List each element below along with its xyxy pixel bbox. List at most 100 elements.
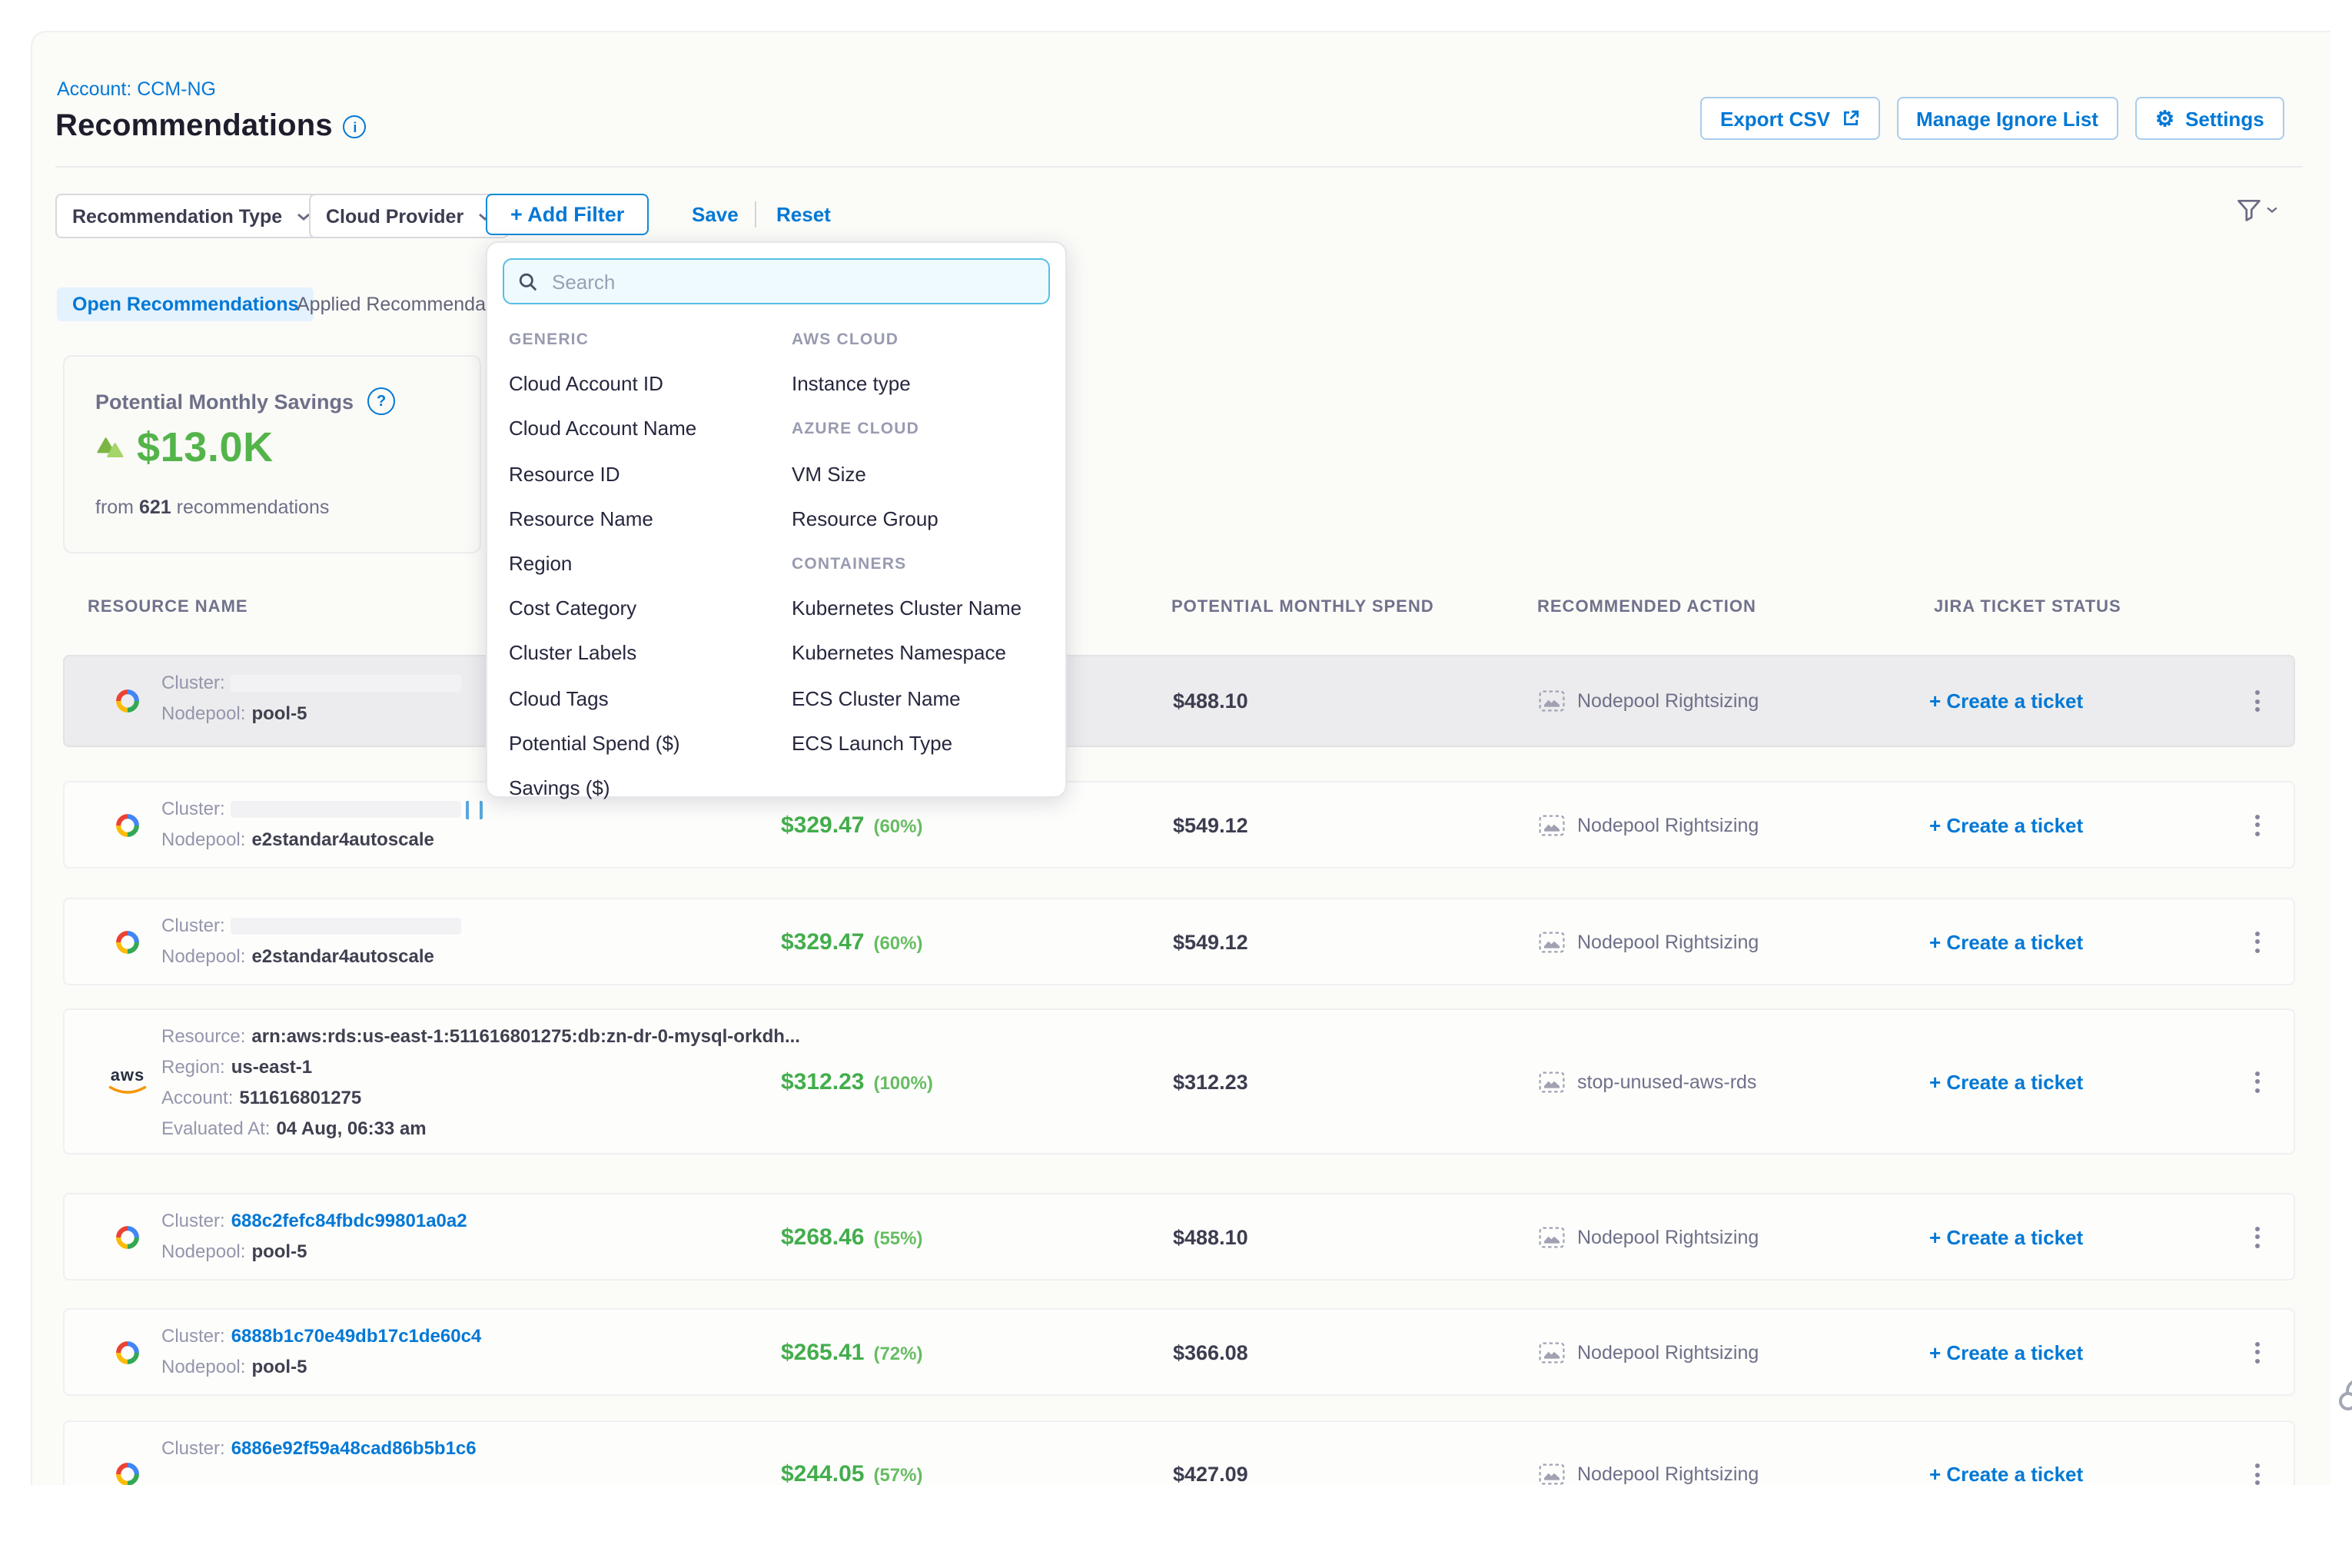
savings-amount: $268.46 xyxy=(781,1224,864,1250)
filter-option[interactable]: ECS Launch Type xyxy=(792,720,1053,765)
filter-search-box[interactable] xyxy=(503,258,1050,304)
cluster-link[interactable]: 6888b1c70e49db17c1de60c4 xyxy=(231,1325,482,1347)
filter-option[interactable]: Resource Group xyxy=(792,497,1053,541)
monthly-savings-cell: $329.47 (60%) xyxy=(781,929,923,955)
recommendation-icon xyxy=(1539,814,1565,835)
kebab-menu-button[interactable] xyxy=(2246,687,2267,715)
create-ticket-button[interactable]: + Create a ticket xyxy=(1929,930,2083,953)
kebab-menu-button[interactable] xyxy=(2246,811,2267,839)
add-filter-button[interactable]: + Add Filter xyxy=(486,194,649,235)
filter-option[interactable]: Cloud Account Name xyxy=(509,407,792,451)
filter-option[interactable]: Resource ID xyxy=(509,451,792,496)
gear-icon: ⚙ xyxy=(2155,108,2174,129)
filter-option[interactable]: Kubernetes Cluster Name xyxy=(792,586,1053,630)
filter-panel-button[interactable] xyxy=(2235,197,2278,223)
col-resource-name: RESOURCE NAME xyxy=(88,598,248,616)
monthly-savings-cell: $312.23 (100%) xyxy=(781,1068,933,1095)
create-ticket-button[interactable]: + Create a ticket xyxy=(1929,689,2083,713)
col-potential-spend: POTENTIAL MONTHLY SPEND xyxy=(1171,598,1434,616)
filter-option[interactable]: Resource Name xyxy=(509,497,792,541)
potential-spend-cell: $366.08 xyxy=(1173,1340,1248,1364)
resource-line-value: e2standar4autoscale xyxy=(251,829,434,850)
table-row[interactable]: Cluster:Nodepool:pool-5 $488.10 Nodepool… xyxy=(63,655,2295,747)
gcp-icon xyxy=(109,926,146,957)
funnel-icon xyxy=(2235,197,2263,223)
table-row[interactable]: Cluster:Nodepool:e2standar4autoscale $32… xyxy=(63,898,2295,985)
cloud-provider-filter-chip[interactable]: Cloud Provider xyxy=(309,194,508,238)
page-title: Recommendations xyxy=(55,109,333,145)
filter-option[interactable]: Cluster Labels xyxy=(509,631,792,676)
redacted-cluster-name xyxy=(231,676,462,693)
filter-option[interactable]: VM Size xyxy=(792,451,1053,496)
filter-option[interactable]: Cloud Account ID xyxy=(509,361,792,406)
potential-spend-cell: $549.12 xyxy=(1173,813,1248,836)
table-row[interactable]: Cluster:688c2fefc84fbdc99801a0a2Nodepool… xyxy=(63,1193,2295,1281)
table-row[interactable]: Cluster:6888b1c70e49db17c1de60c4Nodepool… xyxy=(63,1308,2295,1396)
resource-line-label: Cluster: xyxy=(161,915,225,936)
help-chat-button[interactable] xyxy=(2337,1377,2352,1422)
create-ticket-button[interactable]: + Create a ticket xyxy=(1929,1070,2083,1093)
redacted-cluster-name xyxy=(231,802,462,819)
recommendation-icon xyxy=(1539,1071,1565,1092)
resource-line-label: Nodepool: xyxy=(161,703,245,724)
save-filter-button[interactable]: Save xyxy=(692,194,739,235)
table-row[interactable]: aws Resource: arn:aws:rds:us-east-1:51161… xyxy=(63,1008,2295,1154)
resource-line-label: Resource: xyxy=(161,1025,245,1047)
recommended-action-label: stop-unused-aws-rds xyxy=(1577,1071,1756,1092)
kebab-menu-button[interactable] xyxy=(2246,1068,2267,1095)
savings-amount: $244.05 xyxy=(781,1461,864,1485)
filter-option[interactable]: Cost Category xyxy=(509,586,792,630)
filter-option[interactable]: Potential Spend ($) xyxy=(509,720,792,765)
filter-option[interactable]: Kubernetes Namespace xyxy=(792,631,1053,676)
resource-line-label: Nodepool: xyxy=(161,829,245,850)
resource-cell: Cluster:Nodepool:e2standar4autoscale xyxy=(161,910,462,972)
filter-divider xyxy=(755,201,756,228)
account-breadcrumb[interactable]: Account: CCM-NG xyxy=(57,78,216,100)
help-icon[interactable]: ? xyxy=(367,387,395,415)
settings-button[interactable]: ⚙ Settings xyxy=(2135,97,2284,140)
header-divider xyxy=(55,166,2303,168)
gcp-icon xyxy=(109,809,146,840)
chevron-down-icon xyxy=(296,211,310,221)
recommended-action-label: Nodepool Rightsizing xyxy=(1577,814,1759,835)
export-csv-button[interactable]: Export CSV xyxy=(1700,97,1879,140)
savings-percent: (72%) xyxy=(873,1342,922,1364)
kebab-menu-button[interactable] xyxy=(2246,928,2267,955)
create-ticket-button[interactable]: + Create a ticket xyxy=(1929,1340,2083,1364)
kebab-menu-button[interactable] xyxy=(2246,1460,2267,1485)
filter-option[interactable]: Region xyxy=(509,541,792,586)
resource-line-value: 04 Aug, 06:33 am xyxy=(276,1118,426,1139)
filter-option[interactable]: ECS Cluster Name xyxy=(792,676,1053,720)
info-icon[interactable]: i xyxy=(344,115,367,138)
filter-group-header: AZURE CLOUD xyxy=(792,407,1053,451)
provider-icon-cell xyxy=(108,1337,148,1367)
recommended-action-label: Nodepool Rightsizing xyxy=(1577,1226,1759,1247)
reset-filter-button[interactable]: Reset xyxy=(776,194,831,235)
filter-option[interactable]: Savings ($) xyxy=(509,766,792,810)
create-ticket-button[interactable]: + Create a ticket xyxy=(1929,1225,2083,1248)
filter-group-header: AWS CLOUD xyxy=(792,317,1053,361)
chat-bubbles-icon xyxy=(2337,1377,2352,1414)
create-ticket-button[interactable]: + Create a ticket xyxy=(1929,1463,2083,1485)
provider-icon-cell: aws xyxy=(108,1068,148,1095)
potential-spend-cell: $312.23 xyxy=(1173,1070,1248,1093)
table-row[interactable]: Cluster:Nodepool:e2standar4autoscale $32… xyxy=(63,781,2295,869)
kebab-menu-button[interactable] xyxy=(2246,1223,2267,1251)
provider-icon-cell xyxy=(108,1459,148,1485)
cluster-link[interactable]: 688c2fefc84fbdc99801a0a2 xyxy=(231,1210,467,1231)
recommendation-type-filter-chip[interactable]: Recommendation Type xyxy=(55,194,327,238)
filter-search-input[interactable] xyxy=(549,268,1035,294)
savings-percent: (55%) xyxy=(873,1227,922,1248)
create-ticket-button[interactable]: + Create a ticket xyxy=(1929,813,2083,836)
filter-option[interactable]: Instance type xyxy=(792,361,1053,406)
kebab-menu-button[interactable] xyxy=(2246,1338,2267,1366)
recommendation-icon xyxy=(1539,1226,1565,1247)
table-row[interactable]: Cluster:6886e92f59a48cad86b5b1c6 $244.05… xyxy=(63,1420,2295,1485)
manage-ignore-list-button[interactable]: Manage Ignore List xyxy=(1896,97,2118,140)
resource-line-value: arn:aws:rds:us-east-1:511616801275:db:zn… xyxy=(251,1025,800,1047)
filter-option[interactable]: Cloud Tags xyxy=(509,676,792,720)
resource-line-label: Cluster: xyxy=(161,1325,225,1347)
recommended-action-label: Nodepool Rightsizing xyxy=(1577,931,1759,952)
cluster-link[interactable]: 6886e92f59a48cad86b5b1c6 xyxy=(231,1437,477,1459)
tab-open-recommendations[interactable]: Open Recommendations xyxy=(57,287,314,321)
